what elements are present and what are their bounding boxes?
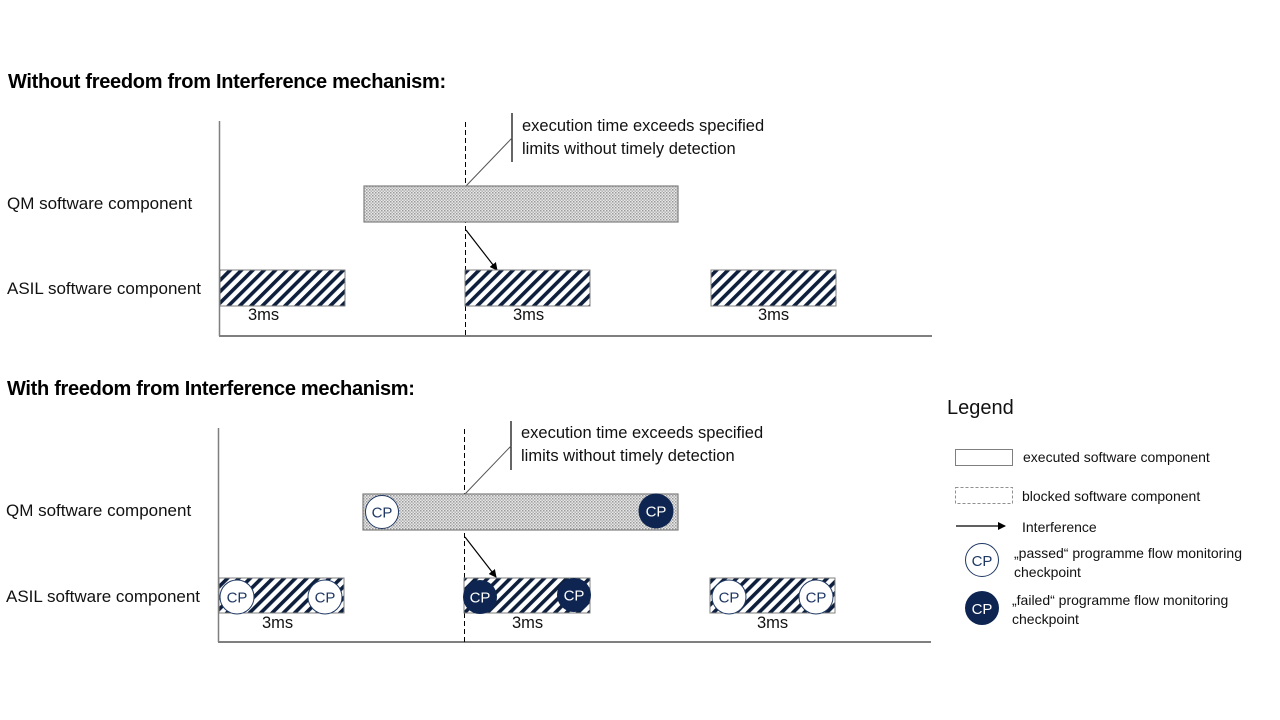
checkpoint-label: CP — [806, 590, 827, 607]
duration-label: 3ms — [248, 306, 280, 324]
checkpoint-label: CP — [315, 590, 336, 607]
qm-task-bar — [363, 185, 679, 223]
legend-failed-cp-icon: CP — [965, 591, 999, 625]
interference-arrow — [464, 536, 497, 578]
note-line-1: execution time exceeds specified — [521, 424, 764, 442]
legend-failed-label-2: checkpoint — [1012, 611, 1079, 627]
note-leader-line — [464, 445, 512, 495]
note-line-1: execution time exceeds specified — [522, 117, 765, 135]
asil-task-bar-2 — [464, 269, 591, 307]
failed-checkpoint-icon: CP — [463, 580, 497, 614]
checkpoint-label: CP — [470, 590, 491, 607]
legend-swatches: CP CP — [955, 449, 1013, 625]
duration-label: 3ms — [262, 614, 294, 632]
passed-checkpoint-icon: CP — [307, 579, 343, 615]
duration-label: 3ms — [512, 614, 544, 632]
duration-label: 3ms — [758, 306, 790, 324]
legend-failed-label-1: „failed“ programme flow monitoring — [1012, 592, 1229, 608]
checkpoint-label: CP — [372, 505, 393, 522]
row-label-asil: ASIL software component — [6, 587, 201, 606]
legend-executed-label: executed software component — [1023, 449, 1210, 465]
asil-task-bar-1 — [219, 269, 346, 307]
duration-label: 3ms — [513, 306, 545, 324]
row-label-qm: QM software component — [6, 501, 192, 520]
heading-without-ffi: Without freedom from Interference mechan… — [8, 71, 446, 93]
legend-passed-cp-icon: CP — [965, 543, 999, 577]
diagram-canvas: CP CPCP CP CP CP CP CP CP CP — [217, 113, 1013, 643]
legend-failed-cp-label: CP — [972, 601, 993, 618]
passed-checkpoint-icon: CP — [798, 579, 834, 615]
row-label-asil: ASIL software component — [7, 279, 202, 298]
asil-task-bar-3 — [710, 269, 837, 307]
legend-passed-cp-label: CP — [972, 553, 993, 570]
legend-blocked-swatch — [955, 487, 1013, 504]
passed-checkpoint-icon: CP — [365, 495, 399, 529]
interference-arrow — [465, 229, 498, 271]
legend-passed-label-1: „passed“ programme flow monitoring — [1014, 545, 1242, 561]
duration-label: 3ms — [757, 614, 789, 632]
row-label-qm: QM software component — [7, 194, 193, 213]
legend-blocked-label: blocked software component — [1022, 488, 1201, 504]
note-line-2: limits without timely detection — [521, 447, 735, 465]
passed-checkpoint-icon: CP — [219, 579, 255, 615]
note-line-2: limits without timely detection — [522, 140, 736, 158]
failed-checkpoint-icon: CP — [638, 493, 674, 529]
checkpoint-label: CP — [564, 588, 585, 605]
legend-passed-label-2: checkpoint — [1014, 564, 1081, 580]
failed-checkpoint-icon: CP — [557, 578, 591, 612]
qm-task-bar — [362, 493, 679, 531]
legend-executed-swatch — [955, 449, 1013, 466]
checkpoint-label: CP — [227, 590, 248, 607]
heading-with-ffi: With freedom from Interference mechanism… — [7, 378, 415, 400]
checkpoint-label: CP — [646, 504, 667, 521]
legend-title: Legend — [947, 397, 1014, 419]
note-leader-line — [465, 137, 513, 187]
legend-interference-label: Interference — [1022, 519, 1097, 535]
checkpoint-label: CP — [719, 590, 740, 607]
passed-checkpoint-icon: CP — [711, 579, 747, 615]
